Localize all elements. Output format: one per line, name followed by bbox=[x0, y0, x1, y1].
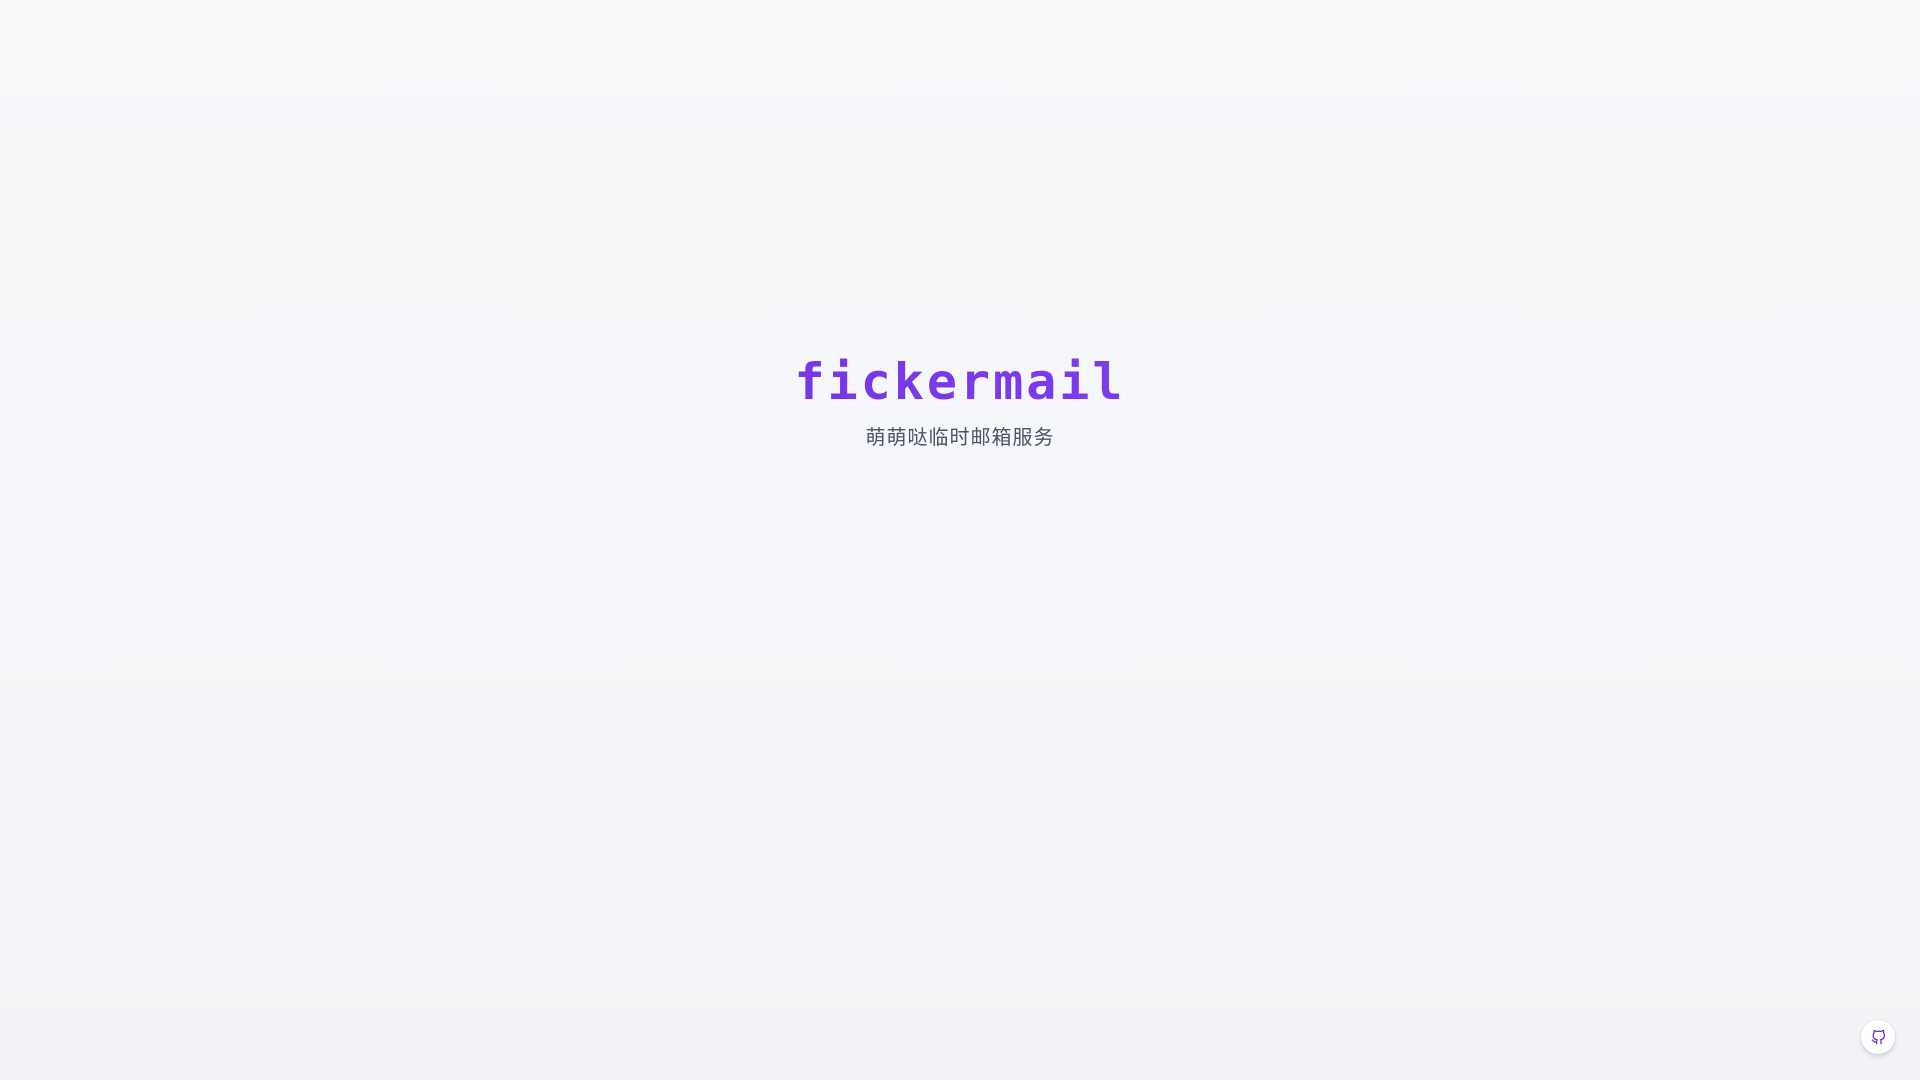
brand-logo-text: fickermail bbox=[0, 352, 1920, 412]
github-icon bbox=[1871, 1029, 1886, 1045]
github-button[interactable] bbox=[1861, 1020, 1895, 1054]
brand-tagline: 萌萌哒临时邮箱服务 bbox=[865, 425, 1055, 449]
hero-section: fickermail 萌萌哒临时邮箱服务 bbox=[0, 352, 1920, 450]
